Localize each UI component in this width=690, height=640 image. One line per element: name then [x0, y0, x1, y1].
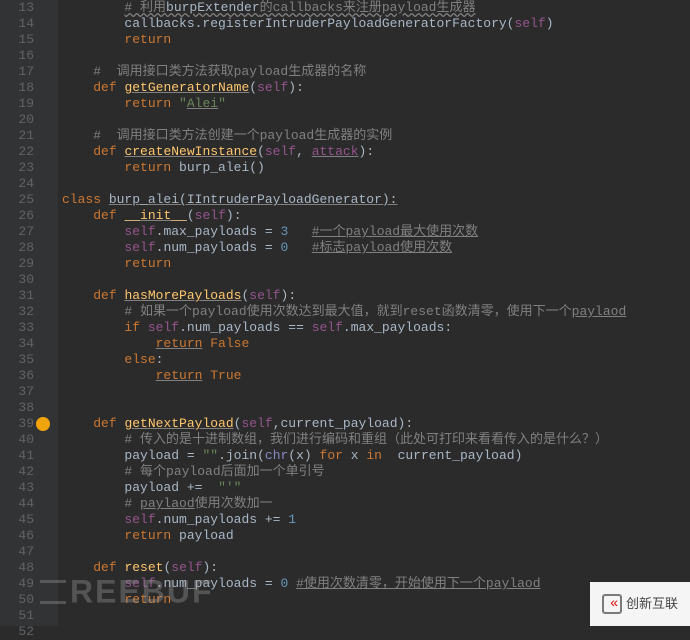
- code-editor[interactable]: # 利用burpExtender的callbacks来注册payload生成器 …: [58, 0, 690, 626]
- code-line[interactable]: return payload: [62, 528, 690, 544]
- code-line[interactable]: [62, 544, 690, 560]
- line-number: 21: [0, 128, 58, 144]
- line-number: 13: [0, 0, 58, 16]
- line-number: 36: [0, 368, 58, 384]
- code-line[interactable]: return: [62, 32, 690, 48]
- code-line[interactable]: # 利用burpExtender的callbacks来注册payload生成器: [62, 0, 690, 16]
- line-number: 49: [0, 576, 58, 592]
- line-number: 28: [0, 240, 58, 256]
- line-number: 33: [0, 320, 58, 336]
- line-number: 38: [0, 400, 58, 416]
- line-number: 18: [0, 80, 58, 96]
- line-number: 29: [0, 256, 58, 272]
- code-line[interactable]: payload += "'": [62, 480, 690, 496]
- line-number: 52: [0, 624, 58, 640]
- line-number: 47: [0, 544, 58, 560]
- code-line[interactable]: [62, 384, 690, 400]
- code-line[interactable]: [62, 608, 690, 624]
- line-number: 42: [0, 464, 58, 480]
- line-number: 30: [0, 272, 58, 288]
- line-number: 22: [0, 144, 58, 160]
- code-line[interactable]: def reset(self):: [62, 560, 690, 576]
- line-number: 44: [0, 496, 58, 512]
- line-number: 48: [0, 560, 58, 576]
- code-line[interactable]: [62, 112, 690, 128]
- code-line[interactable]: # 调用接口类方法获取payload生成器的名称: [62, 64, 690, 80]
- code-line[interactable]: def getNextPayload(self,current_payload)…: [62, 416, 690, 432]
- line-number: 26: [0, 208, 58, 224]
- line-number: 50: [0, 592, 58, 608]
- line-number: 32: [0, 304, 58, 320]
- line-number: 43: [0, 480, 58, 496]
- code-line[interactable]: def getGeneratorName(self):: [62, 80, 690, 96]
- line-number: 45: [0, 512, 58, 528]
- line-number: 51: [0, 608, 58, 624]
- code-line[interactable]: # paylaod使用次数加一: [62, 496, 690, 512]
- line-number: 37: [0, 384, 58, 400]
- line-number: 40: [0, 432, 58, 448]
- code-line[interactable]: self.num_payloads = 0 #使用次数清零，开始使用下一个pay…: [62, 576, 690, 592]
- line-number: 25: [0, 192, 58, 208]
- code-line[interactable]: return "Alei": [62, 96, 690, 112]
- code-line[interactable]: def createNewInstance(self, attack):: [62, 144, 690, 160]
- code-line[interactable]: return burp_alei(): [62, 160, 690, 176]
- line-number: 17: [0, 64, 58, 80]
- line-number: 14: [0, 16, 58, 32]
- line-number: 46: [0, 528, 58, 544]
- code-line[interactable]: if self.num_payloads == self.max_payload…: [62, 320, 690, 336]
- line-gutter: 1314151617181920212223242526272829303132…: [0, 0, 58, 626]
- line-number: 34: [0, 336, 58, 352]
- code-line[interactable]: return: [62, 256, 690, 272]
- code-line[interactable]: self.num_payloads = 0 #标志payload使用次数: [62, 240, 690, 256]
- code-line[interactable]: return True: [62, 368, 690, 384]
- line-number: 24: [0, 176, 58, 192]
- code-line[interactable]: # 如果一个payload使用次数达到最大值，就到reset函数清零，使用下一个…: [62, 304, 690, 320]
- code-line[interactable]: return False: [62, 336, 690, 352]
- code-line[interactable]: [62, 400, 690, 416]
- code-line[interactable]: # 调用接口类方法创建一个payload生成器的实例: [62, 128, 690, 144]
- line-number: 27: [0, 224, 58, 240]
- line-number: 31: [0, 288, 58, 304]
- code-line[interactable]: payload = "".join(chr(x) for x in curren…: [62, 448, 690, 464]
- code-line[interactable]: [62, 48, 690, 64]
- code-line[interactable]: return: [62, 592, 690, 608]
- line-number: 35: [0, 352, 58, 368]
- code-line[interactable]: # 每个payload后面加一个单引号: [62, 464, 690, 480]
- line-number: 15: [0, 32, 58, 48]
- code-line[interactable]: def __init__(self):: [62, 208, 690, 224]
- line-number: 41: [0, 448, 58, 464]
- code-line[interactable]: # 传入的是十进制数组，我们进行编码和重组（此处可打印来看看传入的是什么？）: [62, 432, 690, 448]
- code-line[interactable]: else:: [62, 352, 690, 368]
- intention-bulb-icon[interactable]: [36, 417, 50, 431]
- code-line[interactable]: def hasMorePayloads(self):: [62, 288, 690, 304]
- code-line[interactable]: [62, 272, 690, 288]
- code-line[interactable]: self.num_payloads += 1: [62, 512, 690, 528]
- line-number: 23: [0, 160, 58, 176]
- code-line[interactable]: self.max_payloads = 3 #一个payload最大使用次数: [62, 224, 690, 240]
- code-line[interactable]: callbacks.registerIntruderPayloadGenerat…: [62, 16, 690, 32]
- line-number: 19: [0, 96, 58, 112]
- code-line[interactable]: class burp_alei(IIntruderPayloadGenerato…: [62, 192, 690, 208]
- line-number: 20: [0, 112, 58, 128]
- code-line[interactable]: [62, 176, 690, 192]
- line-number: 16: [0, 48, 58, 64]
